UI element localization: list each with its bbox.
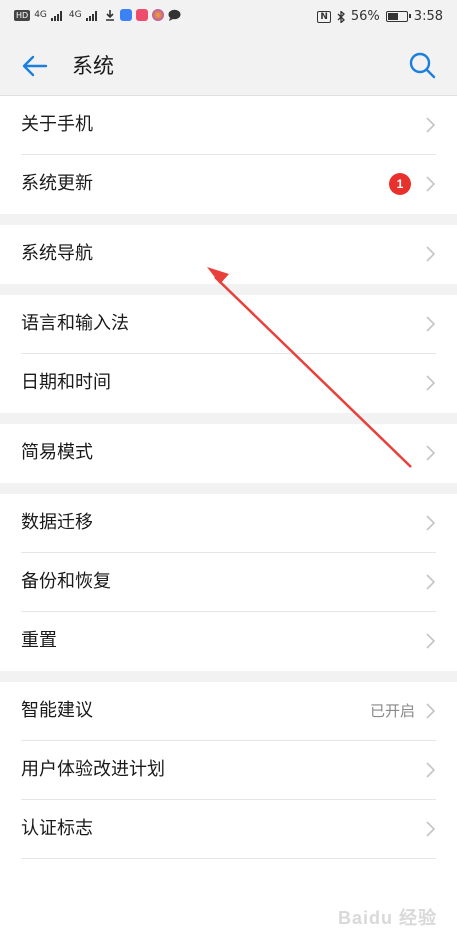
section-gap <box>0 671 457 682</box>
back-button[interactable] <box>20 51 50 81</box>
settings-item-user-experience-program[interactable]: 用户体验改进计划 <box>0 741 457 800</box>
chevron-right-icon <box>426 316 435 332</box>
section-gap <box>0 284 457 295</box>
signal-icon <box>85 10 97 21</box>
settings-item-about-phone[interactable]: 关于手机 <box>0 96 457 155</box>
page-title: 系统 <box>72 54 114 78</box>
settings-group: 语言和输入法 日期和时间 <box>0 295 457 413</box>
settings-group: 智能建议 已开启 用户体验改进计划 认证标志 <box>0 682 457 859</box>
section-gap <box>0 483 457 494</box>
message-icon <box>168 9 181 21</box>
bluetooth-icon <box>337 10 345 23</box>
search-icon <box>409 52 436 79</box>
app-header: 系统 <box>0 34 457 96</box>
status-right: N 56% 3:58 <box>317 9 443 24</box>
settings-item-label: 重置 <box>21 630 57 651</box>
settings-item-label: 日期和时间 <box>21 372 111 393</box>
chevron-right-icon <box>426 703 435 719</box>
app-icon-red <box>135 9 148 21</box>
settings-item-label: 认证标志 <box>21 818 93 839</box>
settings-item-smart-suggestions[interactable]: 智能建议 已开启 <box>0 682 457 741</box>
hd-badge: HD <box>14 9 31 21</box>
arrow-left-icon <box>22 55 48 77</box>
chevron-right-icon <box>426 515 435 531</box>
settings-group: 简易模式 <box>0 424 457 483</box>
chevron-right-icon <box>426 176 435 192</box>
settings-item-label: 用户体验改进计划 <box>21 759 165 780</box>
watermark-logo: Baidu 经验 <box>337 908 437 928</box>
chevron-right-icon <box>426 574 435 590</box>
settings-item-value: 已开启 <box>369 702 415 720</box>
settings-item-data-migration[interactable]: 数据迁移 <box>0 494 457 553</box>
app-icon-blue <box>119 9 132 21</box>
network-type-2: 4G <box>68 10 82 20</box>
settings-item-language-input[interactable]: 语言和输入法 <box>0 295 457 354</box>
app-icon-colorful <box>151 9 164 21</box>
settings-item-simple-mode[interactable]: 简易模式 <box>0 424 457 483</box>
settings-item-certification-logos[interactable]: 认证标志 <box>0 800 457 859</box>
settings-item-label: 智能建议 <box>21 700 93 721</box>
section-gap <box>0 413 457 424</box>
search-button[interactable] <box>407 50 437 80</box>
status-bar: HD 4G 4G N 56% 3:58 <box>0 0 457 34</box>
chevron-right-icon <box>426 762 435 778</box>
chevron-right-icon <box>426 821 435 837</box>
chevron-right-icon <box>426 375 435 391</box>
settings-item-label: 数据迁移 <box>21 512 93 533</box>
settings-item-system-navigation[interactable]: 系统导航 <box>0 225 457 284</box>
chevron-right-icon <box>426 246 435 262</box>
chevron-right-icon <box>426 445 435 461</box>
settings-group: 关于手机 系统更新 1 <box>0 96 457 214</box>
settings-item-system-update[interactable]: 系统更新 1 <box>0 155 457 214</box>
chevron-right-icon <box>426 117 435 133</box>
settings-item-backup-restore[interactable]: 备份和恢复 <box>0 553 457 612</box>
clock: 3:58 <box>413 9 443 24</box>
network-type-1: 4G <box>34 10 47 20</box>
update-count-badge: 1 <box>389 173 411 195</box>
settings-item-label: 语言和输入法 <box>21 313 129 334</box>
battery-percent: 56% <box>350 9 380 24</box>
signal-icon <box>50 10 62 21</box>
settings-group: 系统导航 <box>0 225 457 284</box>
settings-item-label: 简易模式 <box>21 442 93 463</box>
settings-item-label: 关于手机 <box>21 114 93 135</box>
status-left: HD 4G 4G <box>14 9 181 21</box>
nfc-icon: N <box>317 10 331 23</box>
settings-item-label: 系统更新 <box>21 173 93 194</box>
settings-item-date-time[interactable]: 日期和时间 <box>0 354 457 413</box>
battery-icon <box>385 11 411 22</box>
chevron-right-icon <box>426 633 435 649</box>
settings-item-label: 备份和恢复 <box>21 571 111 592</box>
divider <box>21 858 436 859</box>
settings-item-reset[interactable]: 重置 <box>0 612 457 671</box>
section-gap <box>0 214 457 225</box>
settings-item-label: 系统导航 <box>21 243 93 264</box>
settings-group: 数据迁移 备份和恢复 重置 <box>0 494 457 671</box>
download-icon <box>105 10 114 21</box>
